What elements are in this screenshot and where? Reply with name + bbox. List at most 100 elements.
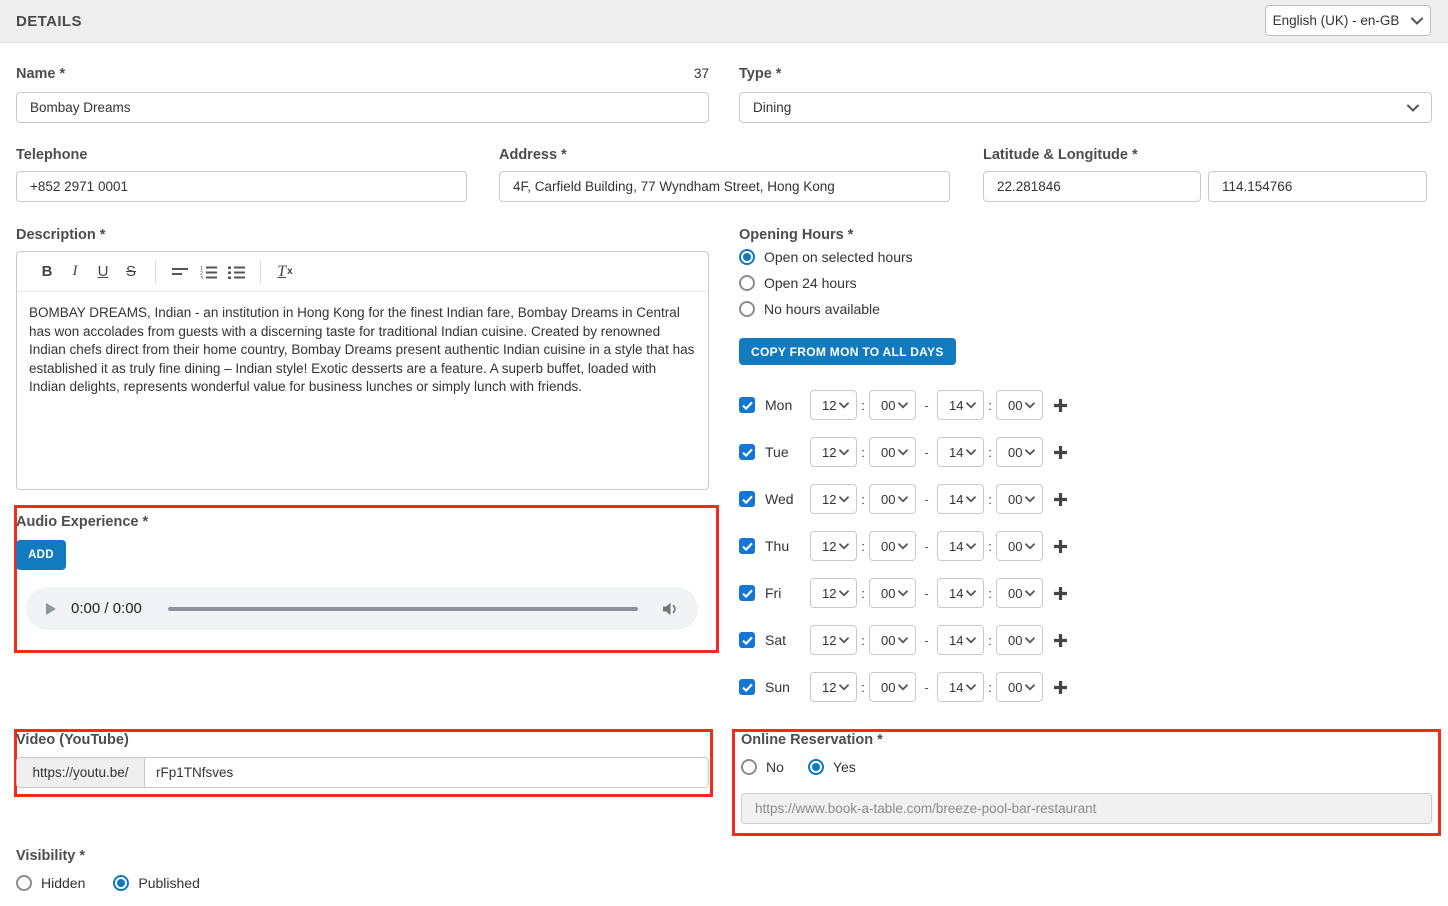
from-hour-select[interactable]: 12 bbox=[810, 437, 857, 467]
play-icon[interactable] bbox=[44, 602, 57, 616]
align-button[interactable] bbox=[166, 258, 194, 286]
day-checkbox[interactable] bbox=[739, 632, 755, 648]
language-select[interactable]: English (UK) - en-GB bbox=[1265, 5, 1431, 36]
select-value: 00 bbox=[1008, 445, 1022, 460]
volume-icon[interactable] bbox=[662, 602, 680, 616]
chevron-down-icon bbox=[898, 590, 908, 597]
from-hour-select[interactable]: 12 bbox=[810, 625, 857, 655]
copy-from-mon-button[interactable]: COPY FROM MON TO ALL DAYS bbox=[739, 338, 956, 365]
strikethrough-button[interactable]: S bbox=[117, 258, 145, 286]
to-hour-select[interactable]: 14 bbox=[937, 672, 984, 702]
longitude-input[interactable]: 114.154766 bbox=[1208, 171, 1427, 202]
radio-icon[interactable] bbox=[113, 875, 129, 891]
radio-icon[interactable] bbox=[808, 759, 824, 775]
chevron-down-icon bbox=[966, 637, 976, 644]
add-hours-button[interactable] bbox=[1053, 539, 1068, 554]
to-hour-select[interactable]: 14 bbox=[937, 578, 984, 608]
to-hour-select[interactable]: 14 bbox=[937, 390, 984, 420]
check-icon bbox=[742, 401, 753, 410]
from-hour-select[interactable]: 12 bbox=[810, 531, 857, 561]
add-hours-button[interactable] bbox=[1053, 398, 1068, 413]
chevron-down-icon bbox=[1407, 104, 1419, 112]
bold-button[interactable]: B bbox=[33, 258, 61, 286]
opening-hours-option-open-on-selected-hours[interactable]: Open on selected hours bbox=[739, 249, 913, 265]
radio-icon[interactable] bbox=[16, 875, 32, 891]
audio-player[interactable]: 0:00 / 0:00 bbox=[26, 587, 698, 630]
from-minute-select[interactable]: 00 bbox=[869, 531, 916, 561]
to-hour-select[interactable]: 14 bbox=[937, 437, 984, 467]
reservation-option-no[interactable]: No bbox=[741, 759, 784, 775]
type-label: Type* bbox=[739, 66, 781, 82]
radio-icon[interactable] bbox=[741, 759, 757, 775]
add-hours-button[interactable] bbox=[1053, 586, 1068, 601]
visibility-option-hidden[interactable]: Hidden bbox=[16, 875, 85, 891]
radio-label: Published bbox=[138, 875, 200, 891]
day-checkbox[interactable] bbox=[739, 538, 755, 554]
chevron-down-icon bbox=[839, 637, 849, 644]
from-hour-select[interactable]: 12 bbox=[810, 578, 857, 608]
day-checkbox[interactable] bbox=[739, 491, 755, 507]
time-colon: : bbox=[857, 398, 869, 413]
chevron-down-icon bbox=[966, 496, 976, 503]
from-minute-select[interactable]: 00 bbox=[869, 484, 916, 514]
to-hour-select[interactable]: 14 bbox=[937, 625, 984, 655]
add-hours-button[interactable] bbox=[1053, 680, 1068, 695]
telephone-input[interactable]: +852 2971 0001 bbox=[16, 171, 467, 202]
select-value: 12 bbox=[822, 633, 836, 648]
reservation-url-input[interactable]: https://www.book-a-table.com/breeze-pool… bbox=[741, 793, 1432, 824]
to-minute-select[interactable]: 00 bbox=[996, 531, 1043, 561]
from-hour-select[interactable]: 12 bbox=[810, 672, 857, 702]
to-minute-select[interactable]: 00 bbox=[996, 625, 1043, 655]
address-input[interactable]: 4F, Carfield Building, 77 Wyndham Street… bbox=[499, 171, 950, 202]
audio-seek-bar[interactable] bbox=[168, 607, 638, 611]
radio-icon[interactable] bbox=[739, 249, 755, 265]
language-select-value: English (UK) - en-GB bbox=[1273, 13, 1400, 28]
add-hours-button[interactable] bbox=[1053, 445, 1068, 460]
to-hour-select[interactable]: 14 bbox=[937, 484, 984, 514]
opening-hours-option-open-24-hours[interactable]: Open 24 hours bbox=[739, 275, 913, 291]
from-minute-select[interactable]: 00 bbox=[869, 625, 916, 655]
day-label: Thu bbox=[765, 538, 810, 554]
day-checkbox[interactable] bbox=[739, 444, 755, 460]
select-value: 14 bbox=[949, 398, 963, 413]
to-minute-select[interactable]: 00 bbox=[996, 484, 1043, 514]
underline-button[interactable]: U bbox=[89, 258, 117, 286]
day-checkbox[interactable] bbox=[739, 679, 755, 695]
from-hour-select[interactable]: 12 bbox=[810, 390, 857, 420]
to-minute-select[interactable]: 00 bbox=[996, 578, 1043, 608]
radio-icon[interactable] bbox=[739, 275, 755, 291]
from-minute-select[interactable]: 00 bbox=[869, 578, 916, 608]
to-minute-select[interactable]: 00 bbox=[996, 390, 1043, 420]
audio-add-button[interactable]: ADD bbox=[16, 540, 66, 570]
ordered-list-button[interactable]: 123 bbox=[194, 258, 222, 286]
chevron-down-icon bbox=[1025, 449, 1035, 456]
reservation-option-yes[interactable]: Yes bbox=[808, 759, 856, 775]
italic-button[interactable]: I bbox=[61, 258, 89, 286]
opening-hours-option-no-hours-available[interactable]: No hours available bbox=[739, 301, 913, 317]
from-minute-select[interactable]: 00 bbox=[869, 390, 916, 420]
add-hours-button[interactable] bbox=[1053, 633, 1068, 648]
from-minute-select[interactable]: 00 bbox=[869, 672, 916, 702]
type-select[interactable]: Dining bbox=[739, 92, 1432, 123]
reservation-label: Online Reservation* bbox=[741, 732, 883, 748]
to-minute-select[interactable]: 00 bbox=[996, 672, 1043, 702]
remove-format-button[interactable]: Tx bbox=[271, 258, 299, 286]
opening-hours-row-mon: Mon12:00-14:00 bbox=[739, 390, 1068, 420]
video-id-input[interactable]: rFp1TNfsves bbox=[145, 757, 709, 788]
from-hour-select[interactable]: 12 bbox=[810, 484, 857, 514]
description-editor[interactable]: B I U S 123 Tx BOMBAY DREAMS, Indian - a… bbox=[16, 251, 709, 490]
plus-icon bbox=[1053, 445, 1068, 460]
description-text[interactable]: BOMBAY DREAMS, Indian - an institution i… bbox=[17, 292, 708, 409]
to-hour-select[interactable]: 14 bbox=[937, 531, 984, 561]
day-checkbox[interactable] bbox=[739, 397, 755, 413]
latitude-input[interactable]: 22.281846 bbox=[983, 171, 1201, 202]
name-input[interactable]: Bombay Dreams bbox=[16, 92, 709, 123]
radio-icon[interactable] bbox=[739, 301, 755, 317]
visibility-option-published[interactable]: Published bbox=[113, 875, 200, 891]
add-hours-button[interactable] bbox=[1053, 492, 1068, 507]
to-minute-select[interactable]: 00 bbox=[996, 437, 1043, 467]
time-range-dash: - bbox=[916, 492, 937, 507]
from-minute-select[interactable]: 00 bbox=[869, 437, 916, 467]
day-checkbox[interactable] bbox=[739, 585, 755, 601]
bullet-list-button[interactable] bbox=[222, 258, 250, 286]
